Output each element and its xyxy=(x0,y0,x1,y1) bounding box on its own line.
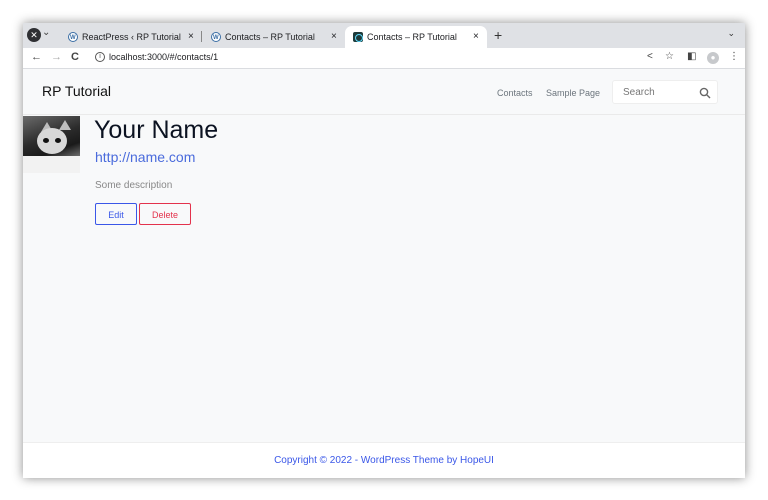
tab-close-icon[interactable]: × xyxy=(331,26,337,48)
contact-website-link[interactable]: http://name.com xyxy=(95,149,195,165)
tab-title: Contacts – RP Tutorial xyxy=(367,32,457,42)
delete-button[interactable]: Delete xyxy=(139,203,191,225)
search-box[interactable] xyxy=(612,80,718,104)
tab-strip: ✕ ⌄ ReactPress ‹ RP Tutorial — × Contact… xyxy=(23,23,745,49)
tab-list-chevron-icon[interactable]: ⌄ xyxy=(727,28,735,39)
more-menu-icon[interactable]: ⋮ xyxy=(729,51,739,62)
wordpress-icon xyxy=(68,27,78,49)
site-header: RP Tutorial Contacts Sample Page xyxy=(23,70,745,115)
tab-contacts-wp[interactable]: Contacts – RP Tutorial × xyxy=(203,26,343,49)
tab-title: ReactPress ‹ RP Tutorial — xyxy=(82,32,182,42)
address-bar[interactable]: localhost:3000/#/contacts/1 xyxy=(109,52,218,62)
tab-contacts-active[interactable]: Contacts – RP Tutorial × xyxy=(345,26,487,48)
tab-close-icon[interactable]: × xyxy=(188,26,194,48)
tab-close-icon[interactable]: × xyxy=(473,26,479,48)
bookmark-star-icon[interactable]: ☆ xyxy=(665,51,674,62)
reload-icon[interactable]: C xyxy=(71,51,79,63)
tab-search-chevron-icon[interactable]: ⌄ xyxy=(42,27,50,38)
wordpress-icon xyxy=(211,27,221,49)
page-content: RP Tutorial Contacts Sample Page Your Na… xyxy=(23,70,745,478)
forward-icon[interactable]: → xyxy=(51,51,62,63)
profile-avatar-icon[interactable]: ● xyxy=(707,52,719,64)
tab-reactpress[interactable]: ReactPress ‹ RP Tutorial — × xyxy=(60,26,200,49)
search-input[interactable] xyxy=(621,85,691,100)
new-tab-button[interactable]: + xyxy=(494,27,502,43)
react-icon xyxy=(353,32,363,42)
tab-separator xyxy=(201,31,202,42)
search-icon[interactable] xyxy=(699,87,711,99)
footer-copyright: Copyright © 2022 - WordPress Theme by Ho… xyxy=(274,455,494,466)
side-panel-icon[interactable]: ◧ xyxy=(687,51,696,62)
nav-sample-page[interactable]: Sample Page xyxy=(546,88,600,98)
site-info-icon[interactable]: i xyxy=(95,52,105,62)
browser-window: ✕ ⌄ ReactPress ‹ RP Tutorial — × Contact… xyxy=(23,23,745,478)
share-icon[interactable]: < xyxy=(647,51,653,62)
contact-description: Some description xyxy=(95,180,173,191)
chrome-menu-icon[interactable]: ✕ xyxy=(27,28,41,42)
contact-name: Your Name xyxy=(94,116,219,144)
edit-button[interactable]: Edit xyxy=(95,203,137,225)
site-brand[interactable]: RP Tutorial xyxy=(42,83,111,99)
nav-contacts[interactable]: Contacts xyxy=(497,88,533,98)
tab-title: Contacts – RP Tutorial xyxy=(225,32,315,42)
site-footer: Copyright © 2022 - WordPress Theme by Ho… xyxy=(23,442,745,478)
back-icon[interactable]: ← xyxy=(31,51,42,63)
contact-avatar xyxy=(23,116,80,173)
browser-toolbar: ← → C i localhost:3000/#/contacts/1 < ☆ … xyxy=(23,48,745,69)
